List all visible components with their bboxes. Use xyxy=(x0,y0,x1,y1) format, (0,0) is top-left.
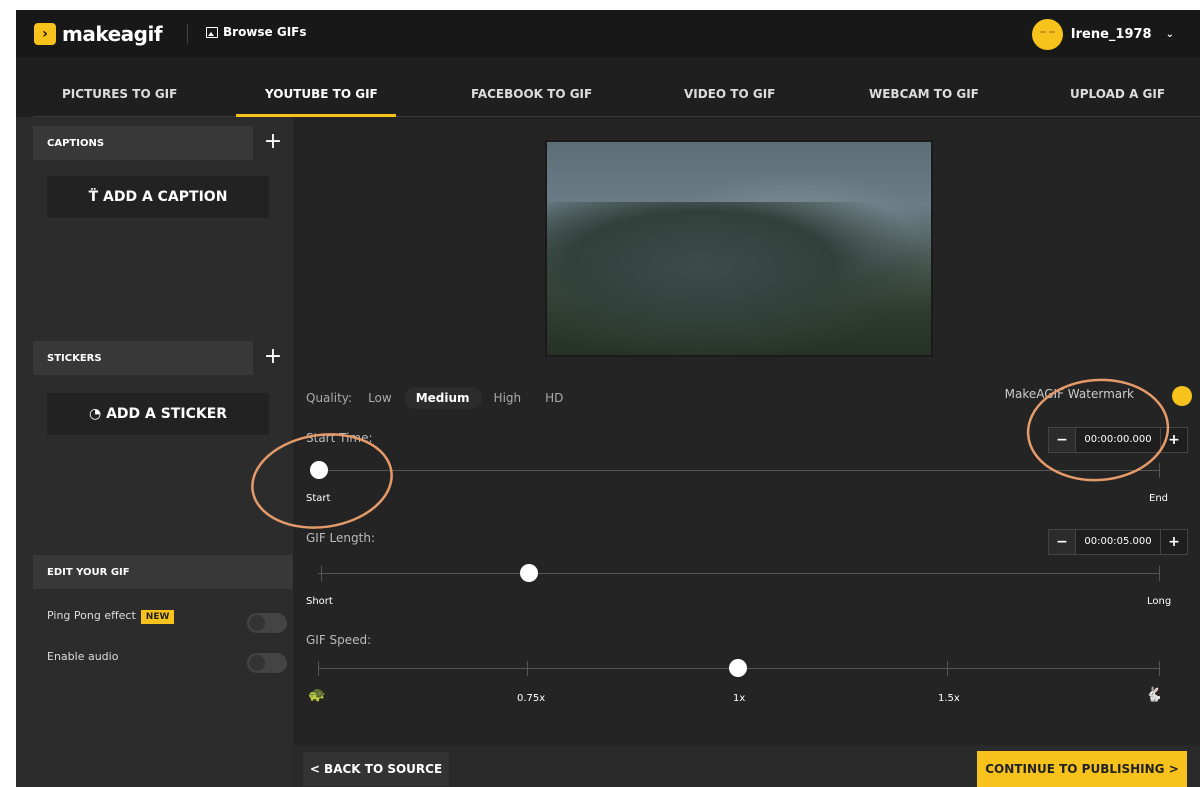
long-label: Long xyxy=(1147,596,1172,607)
track-tick xyxy=(1159,661,1160,676)
edit-gif-title: EDIT YOUR GIF xyxy=(47,567,130,578)
left-panel: CAPTIONS + T̈ ADD A CAPTION STICKERS + ◔… xyxy=(33,117,293,787)
source-tabs: PICTURES TO GIF YOUTUBE TO GIF FACEBOOK … xyxy=(16,57,1200,117)
gif-length-increment-button[interactable]: + xyxy=(1161,530,1187,554)
track-tick xyxy=(947,661,948,676)
tab-youtube-to-gif[interactable]: YOUTUBE TO GIF xyxy=(265,57,378,117)
image-icon xyxy=(206,26,218,38)
start-time-label: Start Time: xyxy=(306,431,373,445)
quality-medium[interactable]: Medium xyxy=(403,387,482,409)
gif-speed-slider-handle[interactable] xyxy=(729,659,747,677)
browse-gifs-label: Browse GIFs xyxy=(223,25,307,39)
divider xyxy=(187,24,188,44)
track-tick xyxy=(1159,566,1160,581)
add-caption-label: ADD A CAPTION xyxy=(103,189,228,205)
tab-facebook-to-gif[interactable]: FACEBOOK TO GIF xyxy=(471,57,592,117)
start-time-slider-handle[interactable] xyxy=(310,461,328,479)
quality-high[interactable]: High xyxy=(482,387,534,409)
logo[interactable]: › makeagif xyxy=(34,22,163,46)
top-bar: › makeagif Browse GIFs Irene_1978 ⌄ xyxy=(16,10,1200,57)
user-menu[interactable]: Irene_1978 ⌄ xyxy=(1031,19,1174,50)
text-icon: T̈ xyxy=(88,189,103,205)
tab-webcam-to-gif[interactable]: WEBCAM TO GIF xyxy=(869,57,979,117)
editor-main: Quality: Low Medium High HD MakeAGIF Wat… xyxy=(293,117,1200,787)
continue-to-publishing-button[interactable]: CONTINUE TO PUBLISHING > xyxy=(977,751,1187,787)
track-tick xyxy=(321,566,322,581)
add-caption-button[interactable]: T̈ ADD A CAPTION xyxy=(47,176,269,218)
gif-length-slider-handle[interactable] xyxy=(520,564,538,582)
short-label: Short xyxy=(306,596,333,607)
add-sticker-label: ADD A STICKER xyxy=(106,406,228,422)
turtle-icon: 🐢 xyxy=(308,687,326,703)
preview-mountain xyxy=(547,202,931,355)
start-time-control: − 00:00:00.000 + xyxy=(1048,427,1188,453)
logo-icon: › xyxy=(34,23,56,45)
add-caption-plus-button[interactable]: + xyxy=(253,126,293,160)
add-sticker-plus-button[interactable]: + xyxy=(253,341,293,375)
speed-mark-15: 1.5x xyxy=(938,693,960,704)
gif-length-control: − 00:00:05.000 + xyxy=(1048,529,1188,555)
quality-selector: Quality: Low Medium High HD xyxy=(306,387,575,409)
username: Irene_1978 xyxy=(1070,27,1152,42)
sticker-icon: ◔ xyxy=(88,406,107,422)
stickers-header: STICKERS + xyxy=(33,341,293,375)
enable-audio-label: Enable audio xyxy=(47,650,119,663)
new-badge: NEW xyxy=(140,610,175,624)
bottom-bar: < BACK TO SOURCE CONTINUE TO PUBLISHING … xyxy=(293,745,1200,787)
gif-length-track[interactable] xyxy=(318,573,1160,574)
stickers-title: STICKERS xyxy=(47,353,102,364)
start-label: Start xyxy=(306,493,331,504)
track-tick xyxy=(1159,463,1160,478)
enable-audio-toggle[interactable] xyxy=(247,653,287,673)
speed-mark-1: 1x xyxy=(733,693,746,704)
end-label: End xyxy=(1149,493,1169,504)
quality-hd[interactable]: HD xyxy=(533,387,575,409)
track-tick xyxy=(318,661,319,676)
ping-pong-toggle[interactable] xyxy=(247,613,287,633)
ping-pong-label: Ping Pong effect xyxy=(47,609,136,622)
gif-speed-label: GIF Speed: xyxy=(306,633,372,647)
rabbit-icon: 🐇 xyxy=(1145,687,1163,703)
avatar xyxy=(1031,19,1063,50)
start-time-track[interactable] xyxy=(318,470,1160,471)
ping-pong-option: Ping Pong effect NEW xyxy=(47,609,175,624)
gif-length-decrement-button[interactable]: − xyxy=(1049,530,1075,554)
tab-video-to-gif[interactable]: VIDEO TO GIF xyxy=(684,57,775,117)
logo-text: makeagif xyxy=(62,22,163,46)
captions-header: CAPTIONS + xyxy=(33,126,293,160)
browse-gifs-link[interactable]: Browse GIFs xyxy=(206,25,307,39)
app-window: › makeagif Browse GIFs Irene_1978 ⌄ PICT… xyxy=(16,10,1200,787)
gif-length-value[interactable]: 00:00:05.000 xyxy=(1075,530,1161,554)
quality-low[interactable]: Low xyxy=(356,387,404,409)
quality-label: Quality: xyxy=(306,391,353,405)
gif-length-label: GIF Length: xyxy=(306,531,375,545)
start-time-decrement-button[interactable]: − xyxy=(1049,428,1075,452)
chevron-down-icon: ⌄ xyxy=(1165,29,1174,40)
edit-gif-header: EDIT YOUR GIF xyxy=(33,555,293,589)
captions-title: CAPTIONS xyxy=(47,138,105,149)
start-time-value[interactable]: 00:00:00.000 xyxy=(1075,428,1161,452)
track-tick xyxy=(527,661,528,676)
tab-upload-a-gif[interactable]: UPLOAD A GIF xyxy=(1070,57,1165,117)
watermark-toggle[interactable] xyxy=(1172,386,1192,406)
tab-pictures-to-gif[interactable]: PICTURES TO GIF xyxy=(62,57,177,117)
start-time-increment-button[interactable]: + xyxy=(1161,428,1187,452)
add-sticker-button[interactable]: ◔ ADD A STICKER xyxy=(47,393,269,435)
video-preview xyxy=(545,140,933,357)
speed-mark-075: 0.75x xyxy=(517,693,546,704)
back-to-source-button[interactable]: < BACK TO SOURCE xyxy=(303,752,449,786)
watermark-label: MakeAGIF Watermark xyxy=(1004,387,1134,401)
